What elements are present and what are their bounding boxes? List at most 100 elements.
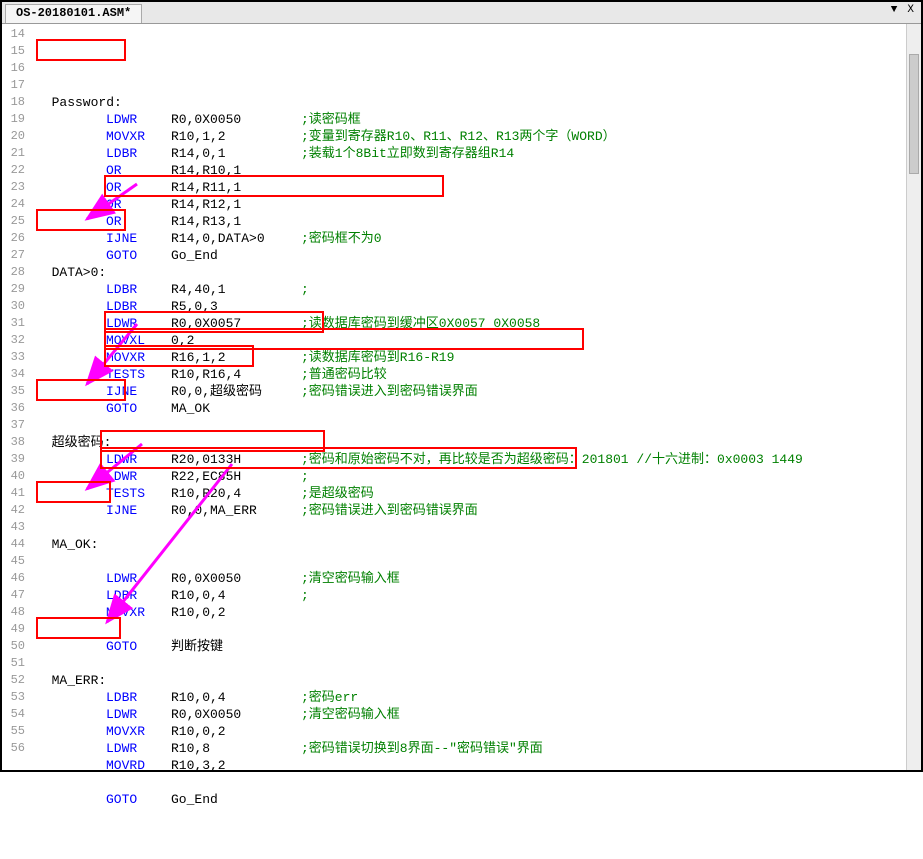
line-number: 34 <box>2 366 25 383</box>
mnemonic: LDBR <box>106 689 171 706</box>
comment: ;密码错误进入到密码错误界面 <box>301 383 478 400</box>
code-line[interactable]: GOTO判断按键 <box>36 638 921 655</box>
code-line[interactable]: Password: <box>36 94 921 111</box>
line-number: 56 <box>2 740 25 757</box>
operand: R4,40,1 <box>171 281 301 298</box>
code-line[interactable]: ORR14,R11,1 <box>36 179 921 196</box>
code-line[interactable]: TESTSR10,R16,4;普通密码比较 <box>36 366 921 383</box>
line-number: 48 <box>2 604 25 621</box>
line-number: 20 <box>2 128 25 145</box>
code-line[interactable]: IJNER0,0,超级密码;密码错误进入到密码错误界面 <box>36 383 921 400</box>
code-line[interactable]: LDBRR5,0,3 <box>36 298 921 315</box>
line-number: 15 <box>2 43 25 60</box>
mnemonic: LDBR <box>106 145 171 162</box>
line-number: 47 <box>2 587 25 604</box>
code-line[interactable]: GOTOMA_OK <box>36 400 921 417</box>
line-number: 52 <box>2 672 25 689</box>
mnemonic: LDWR <box>106 315 171 332</box>
code-line[interactable]: LDWRR0,0X0050;读密码框 <box>36 111 921 128</box>
mnemonic: IJNE <box>106 502 171 519</box>
line-number: 19 <box>2 111 25 128</box>
tab-close-icon[interactable]: X <box>904 4 917 16</box>
code-line[interactable] <box>36 519 921 536</box>
code-line[interactable]: IJNER14,0,DATA>0;密码框不为0 <box>36 230 921 247</box>
code-line[interactable]: MA_OK: <box>36 536 921 553</box>
code-line[interactable]: MOVXRR10,1,2;变量到寄存器R10、R11、R12、R13两个字（WO… <box>36 128 921 145</box>
highlight-box <box>36 39 126 61</box>
operand: R10,0,4 <box>171 689 301 706</box>
line-number: 43 <box>2 519 25 536</box>
operand: R0,0X0050 <box>171 570 301 587</box>
mnemonic: LDWR <box>106 706 171 723</box>
operand: R10,R16,4 <box>171 366 301 383</box>
code-line[interactable]: LDWRR0,0X0057;读数据库密码到缓冲区0X0057 0X0058 <box>36 315 921 332</box>
code-line[interactable]: MOVXRR10,0,2 <box>36 723 921 740</box>
line-number: 22 <box>2 162 25 179</box>
line-number: 23 <box>2 179 25 196</box>
code-line[interactable]: LDBRR14,0,1;装载1个8Bit立即数到寄存器组R14 <box>36 145 921 162</box>
line-number: 54 <box>2 706 25 723</box>
code-line[interactable]: LDBRR4,40,1; <box>36 281 921 298</box>
line-number: 49 <box>2 621 25 638</box>
line-number: 32 <box>2 332 25 349</box>
file-tab[interactable]: OS-20180101.ASM* <box>5 4 142 23</box>
line-number: 53 <box>2 689 25 706</box>
code-line[interactable] <box>36 621 921 638</box>
code-line[interactable]: MOVRDR10,3,2 <box>36 757 921 774</box>
label: MA_OK: <box>36 536 98 553</box>
code-line[interactable] <box>36 417 921 434</box>
code-line[interactable]: 超级密码: <box>36 434 921 451</box>
scrollbar-thumb[interactable] <box>909 54 919 174</box>
code-line[interactable]: LDWRR22,EC85H; <box>36 468 921 485</box>
code-line[interactable]: GOTOGo_End <box>36 791 921 808</box>
operand: R14,R13,1 <box>171 213 301 230</box>
code-line[interactable]: LDWRR0,0X0050;清空密码输入框 <box>36 706 921 723</box>
mnemonic: LDWR <box>106 468 171 485</box>
mnemonic: TESTS <box>106 485 171 502</box>
code-line[interactable]: LDBRR10,0,4;密码err <box>36 689 921 706</box>
code-line[interactable]: MOVXRR16,1,2;读数据库密码到R16-R19 <box>36 349 921 366</box>
code-line[interactable]: GOTOGo_End <box>36 247 921 264</box>
code-line[interactable]: LDWRR10,8;密码错误切换到8界面--"密码错误"界面 <box>36 740 921 757</box>
line-number: 46 <box>2 570 25 587</box>
code-editor[interactable]: 1415161718192021222324252627282930313233… <box>2 24 921 770</box>
line-number: 39 <box>2 451 25 468</box>
operand: R0,0X0050 <box>171 111 301 128</box>
code-line[interactable]: ORR14,R13,1 <box>36 213 921 230</box>
code-line[interactable] <box>36 77 921 94</box>
comment: ; <box>301 587 309 604</box>
code-line[interactable]: ORR14,R12,1 <box>36 196 921 213</box>
code-line[interactable]: LDBRR10,0,4; <box>36 587 921 604</box>
code-line[interactable]: LDWRR0,0X0050;清空密码输入框 <box>36 570 921 587</box>
code-line[interactable]: ORR14,R10,1 <box>36 162 921 179</box>
code-line[interactable] <box>36 553 921 570</box>
line-number: 16 <box>2 60 25 77</box>
mnemonic: LDWR <box>106 740 171 757</box>
mnemonic: MOVXR <box>106 128 171 145</box>
comment: ; <box>301 468 309 485</box>
code-line[interactable]: TESTSR10,R20,4;是超级密码 <box>36 485 921 502</box>
line-number: 17 <box>2 77 25 94</box>
tab-dropdown-icon[interactable]: ▼ <box>888 4 901 16</box>
code-line[interactable]: MOVXL0,2 <box>36 332 921 349</box>
code-line[interactable]: MA_ERR: <box>36 672 921 689</box>
line-number: 36 <box>2 400 25 417</box>
code-line[interactable] <box>36 655 921 672</box>
comment: ;是超级密码 <box>301 485 374 502</box>
mnemonic: OR <box>106 179 171 196</box>
code-area[interactable]: Password:LDWRR0,0X0050;读密码框MOVXRR10,1,2;… <box>32 24 921 770</box>
line-number: 14 <box>2 26 25 43</box>
line-number: 37 <box>2 417 25 434</box>
vertical-scrollbar[interactable] <box>906 24 921 770</box>
line-number: 50 <box>2 638 25 655</box>
label: MA_ERR: <box>36 672 106 689</box>
code-line[interactable] <box>36 774 921 791</box>
operand: R16,1,2 <box>171 349 301 366</box>
mnemonic: LDWR <box>106 111 171 128</box>
operand: R5,0,3 <box>171 298 301 315</box>
code-line[interactable]: IJNER0,0,MA_ERR;密码错误进入到密码错误界面 <box>36 502 921 519</box>
comment: ;密码错误进入到密码错误界面 <box>301 502 478 519</box>
code-line[interactable]: MOVXRR10,0,2 <box>36 604 921 621</box>
code-line[interactable]: DATA>0: <box>36 264 921 281</box>
code-line[interactable]: LDWRR20,0133H;密码和原始密码不对，再比较是否为超级密码：20180… <box>36 451 921 468</box>
